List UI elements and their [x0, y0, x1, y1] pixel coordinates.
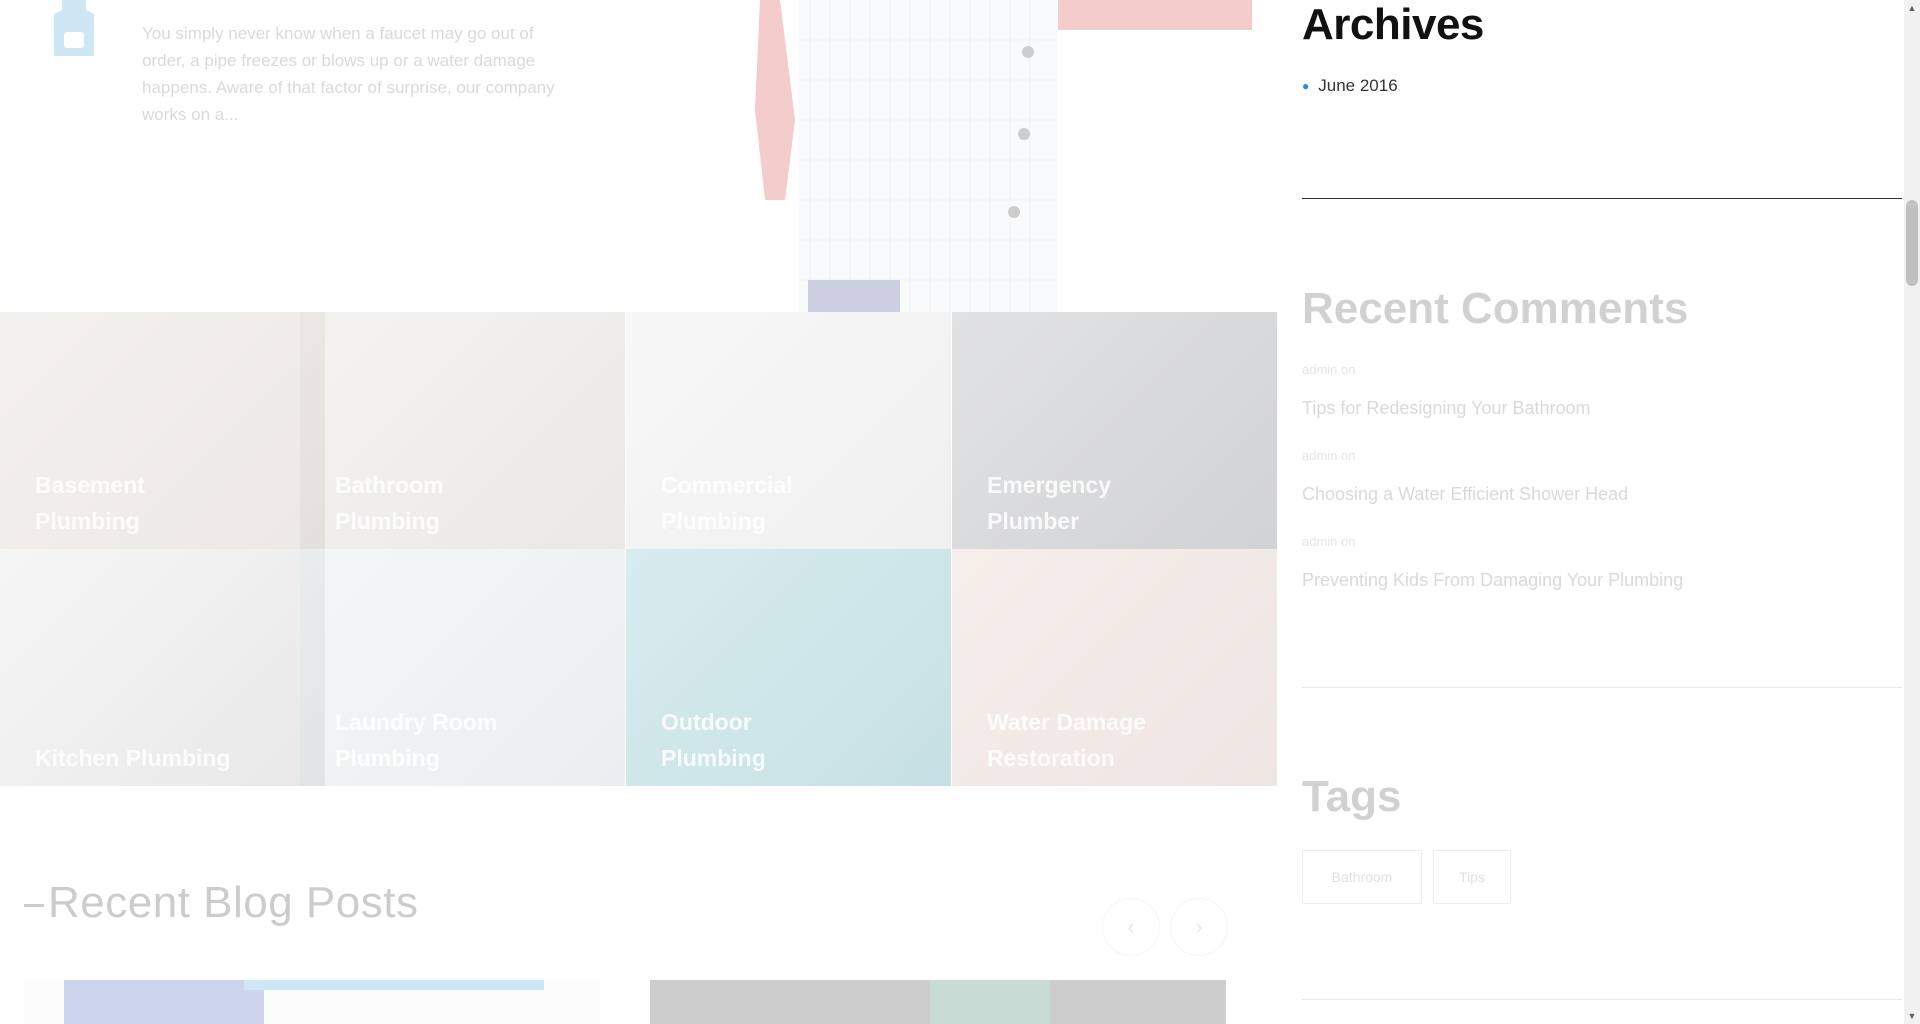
blog-card-image[interactable] [24, 980, 600, 1024]
comment-link[interactable]: Tips for Redesigning Your Bathroom [1302, 398, 1591, 419]
service-tile-commercial[interactable]: Commercial Plumbing [626, 312, 951, 549]
scroll-down-icon[interactable]: ▼ [1904, 1008, 1920, 1024]
service-tile-water-damage[interactable]: Water Damage Restoration [952, 549, 1277, 786]
recent-comments-title: Recent Comments [1302, 284, 1689, 333]
comment-meta: admin on [1302, 534, 1356, 549]
archives-title: Archives [1302, 0, 1484, 49]
service-tile-basement[interactable]: Basement Plumbing [0, 312, 325, 549]
service-tile-title: Laundry Room Plumbing [335, 709, 498, 771]
scrollbar-thumb[interactable] [1906, 200, 1918, 286]
service-tile-emergency[interactable]: Emergency Plumber [952, 312, 1277, 549]
heading-dash [24, 903, 44, 907]
service-tile-laundry[interactable]: Laundry Room Plumbing [300, 549, 625, 786]
service-tile-bathroom[interactable]: Bathroom Plumbing [300, 312, 625, 549]
archives-list: ● June 2016 [1302, 76, 1398, 96]
tag-tips[interactable]: Tips [1433, 850, 1511, 904]
chevron-left-icon: ‹ [1127, 914, 1135, 939]
blog-heading: Recent Blog Posts [24, 878, 418, 928]
bucket-icon [42, 0, 106, 58]
chevron-right-icon: › [1195, 914, 1203, 939]
service-tile-title: Outdoor Plumbing [661, 709, 766, 771]
plumber-photo [700, 0, 1252, 312]
service-tile-outdoor[interactable]: Outdoor Plumbing [626, 549, 951, 786]
intro-text: You simply never know when a faucet may … [142, 24, 555, 124]
service-tile-title: Water Damage Restoration [987, 709, 1146, 771]
scroll-up-icon[interactable]: ▲ [1904, 0, 1920, 16]
page-scrollbar[interactable]: ▲ ▼ [1904, 0, 1920, 1024]
bullet-icon: ● [1302, 79, 1310, 93]
comment-meta: admin on [1302, 448, 1356, 463]
divider [1302, 999, 1902, 1000]
comment-meta: admin on [1302, 362, 1356, 377]
service-tile-title: Emergency Plumber [987, 472, 1112, 534]
blog-heading-text: Recent Blog Posts [48, 878, 419, 927]
service-tile-kitchen[interactable]: Kitchen Plumbing [0, 549, 325, 786]
blog-card-image[interactable] [650, 980, 1226, 1024]
comment-link[interactable]: Choosing a Water Efficient Shower Head [1302, 484, 1628, 505]
divider [1302, 687, 1902, 688]
blog-prev-button[interactable]: ‹ [1102, 898, 1160, 956]
services-grid: Basement Plumbing Bathroom Plumbing Comm… [0, 312, 1277, 786]
blog-next-button[interactable]: › [1170, 898, 1228, 956]
service-tile-title: Commercial Plumbing [661, 472, 793, 534]
service-tile-title: Bathroom Plumbing [335, 472, 444, 534]
sidebar: Archives ● June 2016 Recent Comments adm… [1302, 0, 1902, 1024]
comment-link[interactable]: Preventing Kids From Damaging Your Plumb… [1302, 570, 1683, 591]
tag-bathroom[interactable]: Bathroom [1302, 850, 1422, 904]
tags-title: Tags [1302, 772, 1402, 821]
service-tile-title: Basement Plumbing [35, 472, 145, 534]
divider [1302, 198, 1902, 199]
service-tile-title: Kitchen Plumbing [35, 745, 231, 771]
archive-item-label[interactable]: June 2016 [1318, 76, 1397, 96]
archive-item[interactable]: ● June 2016 [1302, 76, 1398, 96]
